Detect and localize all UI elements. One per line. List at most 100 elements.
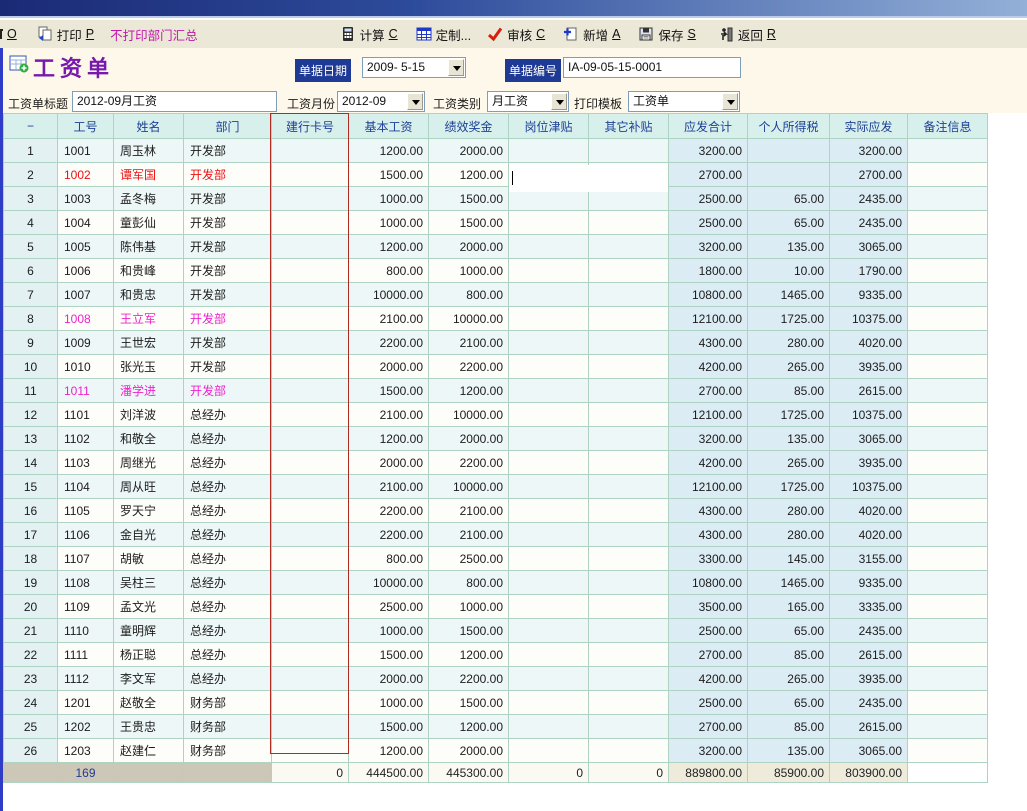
remarks-cell[interactable]	[908, 355, 988, 379]
base-salary-cell[interactable]: 1000.00	[349, 187, 429, 211]
row-number-cell[interactable]: 14	[4, 451, 58, 475]
net-pay-cell[interactable]: 3065.00	[830, 427, 908, 451]
name-cell[interactable]: 金自光	[114, 523, 184, 547]
income-tax-cell[interactable]: 1725.00	[748, 475, 830, 499]
table-row[interactable]: 17 1106 金自光 总经办 2200.00 2100.00 4300.00 …	[4, 523, 988, 547]
row-number-cell[interactable]: 3	[4, 187, 58, 211]
table-row[interactable]: 10 1010 张光玉 开发部 2000.00 2200.00 4200.00 …	[4, 355, 988, 379]
row-number-cell[interactable]: 4	[4, 211, 58, 235]
bank-card-cell[interactable]	[272, 571, 349, 595]
post-allowance-cell[interactable]	[509, 475, 589, 499]
table-row[interactable]: 6 1006 和贵峰 开发部 800.00 1000.00 1800.00 10…	[4, 259, 988, 283]
performance-bonus-cell[interactable]: 800.00	[429, 571, 509, 595]
gross-total-cell[interactable]: 2500.00	[669, 619, 748, 643]
employee-id-cell[interactable]: 1005	[58, 235, 114, 259]
name-cell[interactable]: 张光玉	[114, 355, 184, 379]
remarks-cell[interactable]	[908, 331, 988, 355]
doc-no-input[interactable]: IA-09-05-15-0001	[563, 57, 741, 78]
table-row[interactable]: 20 1109 孟文光 总经办 2500.00 1000.00 3500.00 …	[4, 595, 988, 619]
department-cell[interactable]: 总经办	[184, 403, 272, 427]
performance-bonus-cell[interactable]: 1200.00	[429, 643, 509, 667]
department-cell[interactable]: 财务部	[184, 739, 272, 763]
gross-total-cell[interactable]: 3200.00	[669, 739, 748, 763]
row-number-cell[interactable]: 8	[4, 307, 58, 331]
col-header-other-subsidy[interactable]: 其它补贴	[589, 114, 669, 139]
row-number-cell[interactable]: 2	[4, 163, 58, 187]
performance-bonus-cell[interactable]: 2500.00	[429, 547, 509, 571]
bank-card-cell[interactable]	[272, 667, 349, 691]
table-row[interactable]: 26 1203 赵建仁 财务部 1200.00 2000.00 3200.00 …	[4, 739, 988, 763]
post-allowance-cell[interactable]	[509, 643, 589, 667]
net-pay-cell[interactable]: 2435.00	[830, 619, 908, 643]
performance-bonus-cell[interactable]: 1000.00	[429, 259, 509, 283]
remarks-cell[interactable]	[908, 475, 988, 499]
performance-bonus-cell[interactable]: 1200.00	[429, 715, 509, 739]
income-tax-cell[interactable]: 265.00	[748, 451, 830, 475]
bank-card-cell[interactable]	[272, 403, 349, 427]
table-row[interactable]: 3 1003 孟冬梅 开发部 1000.00 1500.00 2500.00 6…	[4, 187, 988, 211]
income-tax-cell[interactable]	[748, 139, 830, 163]
performance-bonus-cell[interactable]: 10000.00	[429, 475, 509, 499]
net-pay-cell[interactable]: 2435.00	[830, 211, 908, 235]
net-pay-cell[interactable]: 3935.00	[830, 355, 908, 379]
other-subsidy-cell[interactable]	[589, 235, 669, 259]
department-cell[interactable]: 总经办	[184, 427, 272, 451]
table-row[interactable]: 15 1104 周从旺 总经办 2100.00 10000.00 12100.0…	[4, 475, 988, 499]
active-edit-cell[interactable]	[509, 165, 668, 192]
employee-id-cell[interactable]: 1001	[58, 139, 114, 163]
net-pay-cell[interactable]: 2700.00	[830, 163, 908, 187]
gross-total-cell[interactable]: 1800.00	[669, 259, 748, 283]
bank-card-cell[interactable]	[272, 499, 349, 523]
col-header-gross-total[interactable]: 应发合计	[669, 114, 748, 139]
col-header-base-salary[interactable]: 基本工资	[349, 114, 429, 139]
table-row[interactable]: 1 1001 周玉林 开发部 1200.00 2000.00 3200.00 3…	[4, 139, 988, 163]
base-salary-cell[interactable]: 10000.00	[349, 283, 429, 307]
name-cell[interactable]: 周继光	[114, 451, 184, 475]
name-cell[interactable]: 童彭仙	[114, 211, 184, 235]
row-number-cell[interactable]: 19	[4, 571, 58, 595]
department-cell[interactable]: 总经办	[184, 667, 272, 691]
bank-card-cell[interactable]	[272, 547, 349, 571]
remarks-cell[interactable]	[908, 139, 988, 163]
base-salary-cell[interactable]: 2100.00	[349, 403, 429, 427]
row-number-cell[interactable]: 22	[4, 643, 58, 667]
department-cell[interactable]: 开发部	[184, 187, 272, 211]
name-cell[interactable]: 孟文光	[114, 595, 184, 619]
department-cell[interactable]: 总经办	[184, 571, 272, 595]
gross-total-cell[interactable]: 4300.00	[669, 331, 748, 355]
income-tax-cell[interactable]: 65.00	[748, 691, 830, 715]
base-salary-cell[interactable]: 1000.00	[349, 691, 429, 715]
performance-bonus-cell[interactable]: 1500.00	[429, 619, 509, 643]
income-tax-cell[interactable]: 145.00	[748, 547, 830, 571]
income-tax-cell[interactable]: 65.00	[748, 187, 830, 211]
net-pay-cell[interactable]: 2435.00	[830, 187, 908, 211]
base-salary-cell[interactable]: 2000.00	[349, 355, 429, 379]
income-tax-cell[interactable]: 85.00	[748, 715, 830, 739]
other-subsidy-cell[interactable]	[589, 283, 669, 307]
post-allowance-cell[interactable]	[509, 571, 589, 595]
table-row[interactable]: 24 1201 赵敬全 财务部 1000.00 1500.00 2500.00 …	[4, 691, 988, 715]
gross-total-cell[interactable]: 10800.00	[669, 571, 748, 595]
bank-card-cell[interactable]	[272, 619, 349, 643]
col-header-name[interactable]: 姓名	[114, 114, 184, 139]
name-cell[interactable]: 王世宏	[114, 331, 184, 355]
toolbar-calculate-button[interactable]: 计算C	[340, 25, 398, 44]
net-pay-cell[interactable]: 3335.00	[830, 595, 908, 619]
name-cell[interactable]: 刘洋波	[114, 403, 184, 427]
income-tax-cell[interactable]: 1465.00	[748, 283, 830, 307]
name-cell[interactable]: 和贵峰	[114, 259, 184, 283]
table-row[interactable]: 9 1009 王世宏 开发部 2200.00 2100.00 4300.00 2…	[4, 331, 988, 355]
net-pay-cell[interactable]: 2615.00	[830, 643, 908, 667]
department-cell[interactable]: 总经办	[184, 451, 272, 475]
post-allowance-cell[interactable]	[509, 715, 589, 739]
table-row[interactable]: 5 1005 陈伟基 开发部 1200.00 2000.00 3200.00 1…	[4, 235, 988, 259]
row-number-cell[interactable]: 13	[4, 427, 58, 451]
name-cell[interactable]: 周从旺	[114, 475, 184, 499]
other-subsidy-cell[interactable]	[589, 547, 669, 571]
performance-bonus-cell[interactable]: 10000.00	[429, 307, 509, 331]
col-header-income-tax[interactable]: 个人所得税	[748, 114, 830, 139]
post-allowance-cell[interactable]	[509, 499, 589, 523]
net-pay-cell[interactable]: 4020.00	[830, 499, 908, 523]
income-tax-cell[interactable]: 85.00	[748, 379, 830, 403]
net-pay-cell[interactable]: 3065.00	[830, 739, 908, 763]
